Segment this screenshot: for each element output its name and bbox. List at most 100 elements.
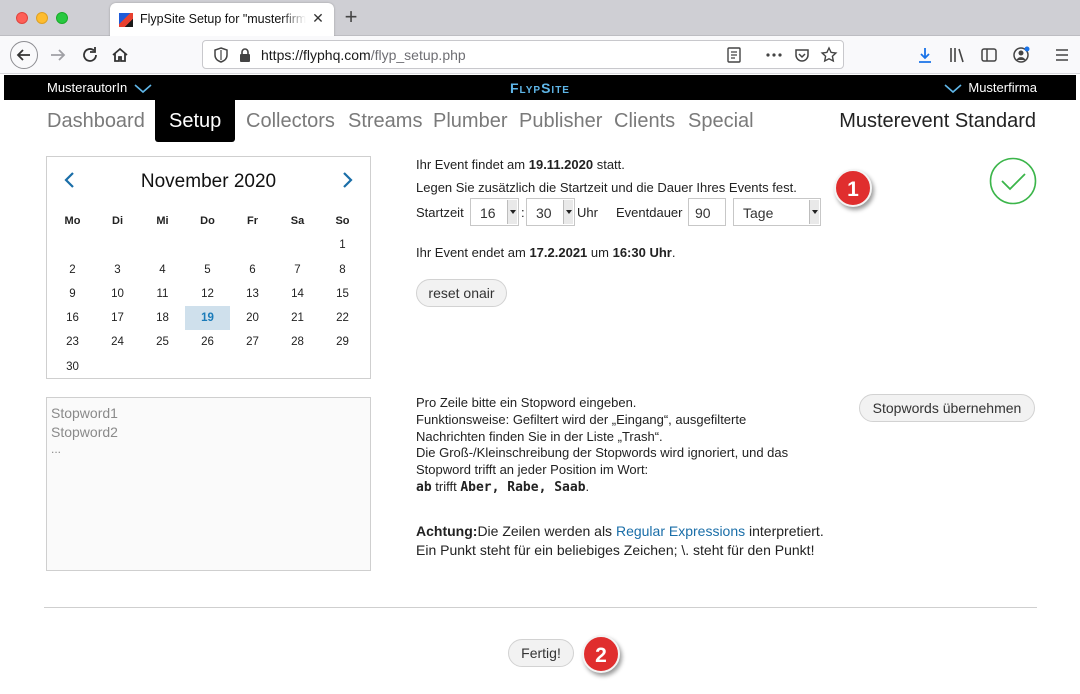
calendar-day[interactable]: 26 xyxy=(185,330,230,354)
calendar-day[interactable]: 11 xyxy=(140,282,185,306)
calendar-day[interactable]: 25 xyxy=(140,330,185,354)
example-mid: trifft xyxy=(431,478,461,494)
start-minute-value: 30 xyxy=(536,205,552,221)
calendar-week-row: 2345678 xyxy=(50,258,365,282)
start-time-label: Startzeit xyxy=(416,205,464,220)
calendar-day[interactable]: 2 xyxy=(50,258,95,282)
duration-unit-select[interactable]: Tage xyxy=(733,198,821,226)
nav-setup[interactable]: Setup xyxy=(155,100,236,142)
calendar-day[interactable]: 28 xyxy=(275,330,320,354)
browser-tab-bar: FlypSite Setup for "musterfirma" ✕ + xyxy=(0,0,1080,36)
nav-streams[interactable]: Streams xyxy=(348,110,422,133)
new-tab-button[interactable]: + xyxy=(341,6,361,28)
more-actions-icon[interactable] xyxy=(764,45,784,65)
calendar-day[interactable]: 1 xyxy=(320,233,365,257)
calendar-day[interactable]: 10 xyxy=(95,282,140,306)
calendar-day[interactable]: 6 xyxy=(230,258,275,282)
zoom-window-button[interactable] xyxy=(56,12,68,24)
event-date-prefix: Ihr Event findet am xyxy=(416,157,529,172)
calendar-day[interactable]: 18 xyxy=(140,306,185,330)
calendar-day[interactable]: 9 xyxy=(50,282,95,306)
nav-publisher[interactable]: Publisher xyxy=(519,110,602,133)
calendar-day[interactable]: 16 xyxy=(50,306,95,330)
calendar-empty-cell xyxy=(320,355,365,379)
calendar-day[interactable]: 20 xyxy=(230,306,275,330)
weekday-header-row: Mo Di Mi Do Fr Sa So xyxy=(50,209,365,233)
calendar-day[interactable]: 15 xyxy=(320,282,365,306)
download-icon[interactable] xyxy=(915,45,935,65)
home-button[interactable] xyxy=(106,41,134,69)
calendar-day[interactable]: 4 xyxy=(140,258,185,282)
sidebar-icon[interactable] xyxy=(979,45,999,65)
calendar-day[interactable]: 7 xyxy=(275,258,320,282)
event-end-prefix: Ihr Event endet am xyxy=(416,245,530,260)
help-line: Pro Zeile bitte ein Stopword eingeben. xyxy=(416,395,637,410)
calendar-day[interactable]: 17 xyxy=(95,306,140,330)
calendar-day[interactable]: 3 xyxy=(95,258,140,282)
duration-input[interactable]: 90 xyxy=(688,198,726,226)
chevron-right-icon[interactable] xyxy=(336,169,358,191)
duration-label: Eventdauer xyxy=(616,205,683,220)
apply-stopwords-button[interactable]: Stopwords übernehmen xyxy=(859,394,1035,422)
pocket-icon[interactable] xyxy=(792,45,812,65)
calendar-day[interactable]: 30 xyxy=(50,355,95,379)
calendar-empty-cell xyxy=(140,233,185,257)
nav-dashboard[interactable]: Dashboard xyxy=(47,110,145,133)
address-bar[interactable]: https://flyphq.com/flyp_setup.php xyxy=(202,40,844,69)
weekday-label: Sa xyxy=(290,215,305,227)
event-start-date: 19.11.2020 xyxy=(528,157,594,172)
minimize-window-button[interactable] xyxy=(36,12,48,24)
calendar-day[interactable]: 12 xyxy=(185,282,230,306)
event-date-suffix: statt. xyxy=(593,157,625,172)
dropdown-arrow-icon xyxy=(809,200,819,224)
start-hour-select[interactable]: 16 xyxy=(470,198,519,226)
bookmark-star-icon[interactable] xyxy=(819,45,839,65)
calendar-empty-cell xyxy=(50,233,95,257)
help-line: Die Groß-/Kleinschreibung der Stopwords … xyxy=(416,445,789,461)
calendar-day[interactable]: 27 xyxy=(230,330,275,354)
calendar-day[interactable]: 19 xyxy=(185,306,230,331)
reader-view-icon[interactable] xyxy=(724,45,744,65)
close-window-button[interactable] xyxy=(16,12,28,24)
tab-close-icon[interactable]: ✕ xyxy=(310,10,326,26)
nav-plumber[interactable]: Plumber xyxy=(433,110,507,133)
event-end-line: Ihr Event endet am 17.2.2021 um 16:30 Uh… xyxy=(416,245,675,260)
account-icon[interactable] xyxy=(1011,45,1031,65)
nav-clients[interactable]: Clients xyxy=(614,110,675,133)
browser-toolbar: https://flyphq.com/flyp_setup.php xyxy=(0,36,1080,74)
nav-collectors[interactable]: Collectors xyxy=(246,110,335,133)
forward-button[interactable] xyxy=(44,41,72,69)
weekday-label: Do xyxy=(200,215,215,227)
shield-icon[interactable] xyxy=(211,45,231,65)
calendar-day[interactable]: 24 xyxy=(95,330,140,354)
calendar-empty-cell xyxy=(230,233,275,257)
back-button[interactable] xyxy=(10,41,38,69)
weekday-label: Mo xyxy=(64,215,81,227)
calendar-day[interactable]: 13 xyxy=(230,282,275,306)
done-button[interactable]: Fertig! xyxy=(508,639,574,667)
calendar-day[interactable]: 5 xyxy=(185,258,230,282)
lock-icon[interactable] xyxy=(235,45,255,65)
calendar-day[interactable]: 21 xyxy=(275,306,320,330)
site-favicon-icon xyxy=(119,13,133,27)
library-icon[interactable] xyxy=(947,45,967,65)
nav-special[interactable]: Special xyxy=(688,110,754,133)
regex-link[interactable]: Regular Expressions xyxy=(616,523,745,539)
stopwords-textarea[interactable]: Stopword1 Stopword2 ... xyxy=(46,397,371,571)
reload-button[interactable] xyxy=(76,41,104,69)
calendar-day[interactable]: 8 xyxy=(320,258,365,282)
company-menu[interactable]: Musterfirma xyxy=(944,80,1037,95)
help-line: Stopword trifft an jeder Position im Wor… xyxy=(416,462,649,478)
menu-icon[interactable] xyxy=(1052,45,1072,65)
main-navigation: Dashboard Setup Collectors Streams Plumb… xyxy=(4,100,1076,144)
browser-tab[interactable]: FlypSite Setup for "musterfirma" ✕ xyxy=(110,3,334,36)
calendar-empty-cell xyxy=(185,355,230,379)
stopword-line: ... xyxy=(51,442,62,456)
calendar-empty-cell xyxy=(95,233,140,257)
start-minute-select[interactable]: 30 xyxy=(526,198,575,226)
calendar-day[interactable]: 29 xyxy=(320,330,365,354)
reset-onair-button[interactable]: reset onair xyxy=(416,279,507,307)
calendar-day[interactable]: 14 xyxy=(275,282,320,306)
calendar-day[interactable]: 23 xyxy=(50,330,95,354)
calendar-day[interactable]: 22 xyxy=(320,306,365,330)
